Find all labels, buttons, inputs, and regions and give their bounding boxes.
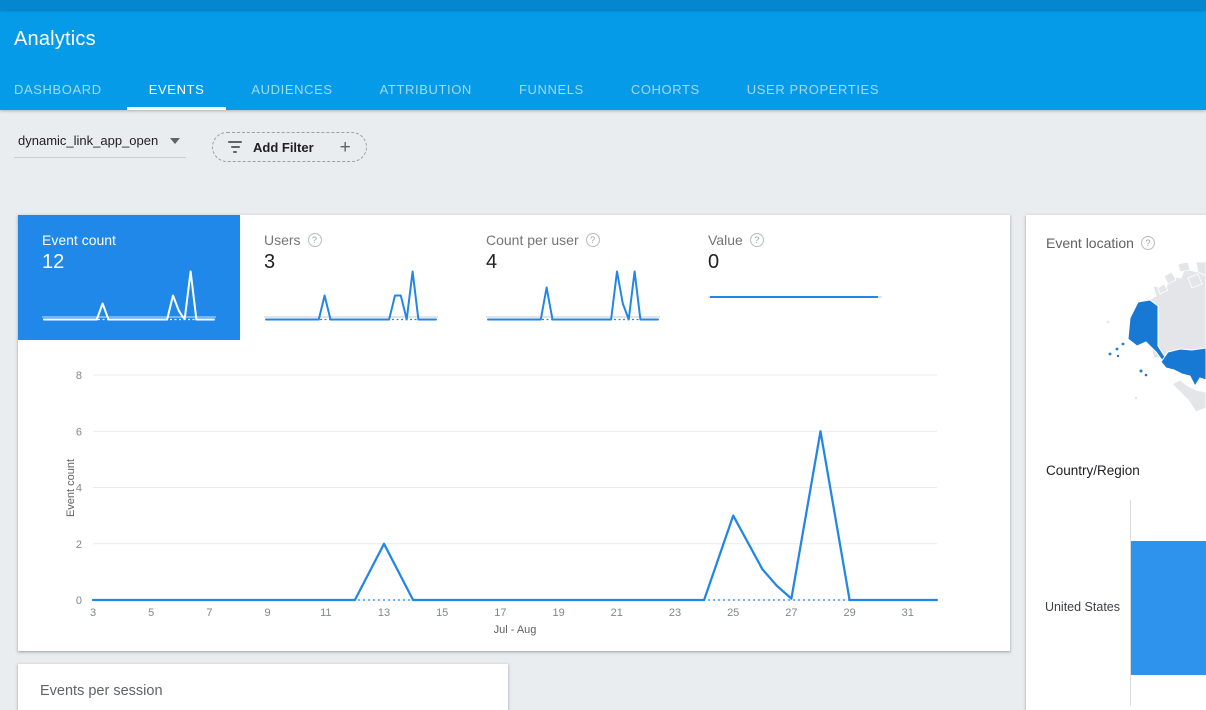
help-icon[interactable]: ? [586,233,600,247]
sparkline [264,263,438,325]
tab-user-properties[interactable]: USER PROPERTIES [747,82,879,97]
x-axis-tick: 29 [843,607,855,619]
help-icon[interactable]: ? [308,233,322,247]
x-axis-tick: 5 [148,607,154,619]
tab-bar: DASHBOARD EVENTS AUDIENCES ATTRIBUTION FUNNE… [14,82,879,97]
x-axis-tick: 13 [378,607,390,619]
x-axis-tick: 31 [902,607,914,619]
app-header: Analytics DASHBOARD EVENTS AUDIENCES ATTRIB… [0,0,1206,110]
analytics-page: Analytics DASHBOARD EVENTS AUDIENCES ATTRIB… [0,0,1206,710]
sparkline [42,263,216,325]
filter-bar: dynamic_link_app_open Add Filter + [0,110,1206,215]
event-count-series-line [93,431,937,600]
metric-title: Count per user? [486,232,684,248]
x-axis-tick: 23 [669,607,681,619]
event-select-dropdown[interactable]: dynamic_link_app_open [14,133,186,158]
x-axis-tick: 27 [785,607,797,619]
country-region-label: Country/Region [1046,463,1140,478]
add-filter-button[interactable]: Add Filter + [212,132,367,162]
metric-card-count-per-user[interactable]: Count per user?4 [462,215,684,340]
tab-cohorts[interactable]: COHORTS [631,82,700,97]
metric-title: Users? [264,232,462,248]
map-region-hawaii [1145,374,1148,377]
y-axis-title: Event count [42,375,100,600]
metric-card-event-count[interactable]: Event count12 [18,215,240,340]
map-region-aleutian [1116,348,1119,351]
world-map [1038,262,1206,447]
events-per-session-card: Events per session [18,664,508,710]
map-region-mexico [1172,380,1206,412]
event-location-card: Event location ? Coun [1026,215,1206,710]
metric-card-users[interactable]: Users?3 [240,215,462,340]
add-filter-label: Add Filter [253,140,314,155]
tab-dashboard[interactable]: DASHBOARD [14,82,102,97]
map-region-arctic-island [1178,262,1190,272]
x-axis-tick: 15 [436,607,448,619]
map-region-aleutian [1109,353,1112,356]
events-overview-card: 0246835791113151719212325272931Jul - Aug… [18,215,1010,651]
map-region-aleutian [1122,343,1125,346]
card-title: Event location ? [1046,235,1155,251]
x-axis-tick: 7 [206,607,212,619]
metric-card-value[interactable]: Value?0 [684,215,906,340]
metric-label: Value [708,232,743,248]
x-axis-tick: 17 [494,607,506,619]
help-icon[interactable]: ? [750,233,764,247]
x-axis-tick: 21 [611,607,623,619]
country-bar[interactable] [1131,541,1206,675]
sparkline [708,263,882,325]
map-region-aleutian [1117,355,1119,357]
tab-funnels[interactable]: FUNNELS [519,82,584,97]
sparkline [486,263,660,325]
metric-title: Value? [708,232,906,248]
metric-label: Event count [42,232,116,248]
event-select-value: dynamic_link_app_open [18,133,158,148]
metric-label: Users [264,232,301,248]
metric-label: Count per user [486,232,579,248]
x-axis-tick: 9 [265,607,271,619]
map-region-island [1107,321,1110,324]
x-axis-tick: 3 [90,607,96,619]
page-title: Analytics [14,28,96,51]
card-title: Events per session [18,664,508,699]
dropdown-caret-icon [170,138,180,144]
country-label: United States [1026,600,1125,614]
map-region-island [1135,397,1138,400]
x-axis-tick: 19 [552,607,564,619]
x-axis-title: Jul - Aug [494,624,537,636]
tab-attribution[interactable]: ATTRIBUTION [380,82,472,97]
x-axis-tick: 11 [320,607,331,619]
tab-audiences[interactable]: AUDIENCES [251,82,332,97]
plus-icon[interactable]: + [340,138,351,157]
tab-events[interactable]: EVENTS [149,82,205,97]
header-top-strip [0,0,1206,10]
map-region-united-states[interactable] [1161,348,1206,386]
help-icon[interactable]: ? [1141,236,1155,250]
metric-card-row: Event count12Users?3Count per user?4Valu… [18,215,1010,340]
x-axis-tick: 25 [727,607,739,619]
filter-icon [228,141,242,153]
map-region-hawaii [1140,370,1143,373]
metric-title: Event count [42,232,240,248]
